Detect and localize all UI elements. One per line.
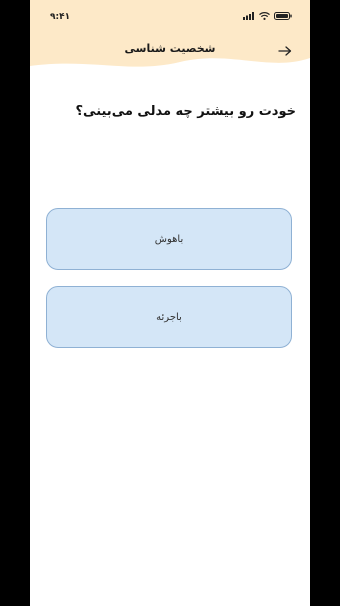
arrow-right-icon [278, 46, 292, 56]
battery-icon [274, 12, 292, 20]
option-label: باهوش [154, 233, 184, 245]
back-button[interactable] [274, 40, 296, 62]
status-time: ۹:۴۱ [50, 12, 71, 22]
wifi-icon [259, 12, 270, 20]
signal-icon [243, 12, 254, 20]
option-button-smart[interactable]: باهوش [46, 208, 292, 270]
title-bar: شخصیت شناسی [30, 38, 310, 62]
option-button-brave[interactable]: باجرئه [46, 286, 292, 348]
page-title: شخصیت شناسی [124, 42, 216, 55]
status-icons [243, 12, 292, 20]
status-bar: ۹:۴۱ [30, 0, 310, 34]
question-text: خودت رو بیشتر چه مدلی می‌بینی؟ [75, 104, 297, 119]
option-label: باجرئه [156, 311, 182, 323]
app-screen: ۹:۴۱ شخصیت شناسی خودت رو بیشتر چه مدلی م… [30, 0, 310, 606]
